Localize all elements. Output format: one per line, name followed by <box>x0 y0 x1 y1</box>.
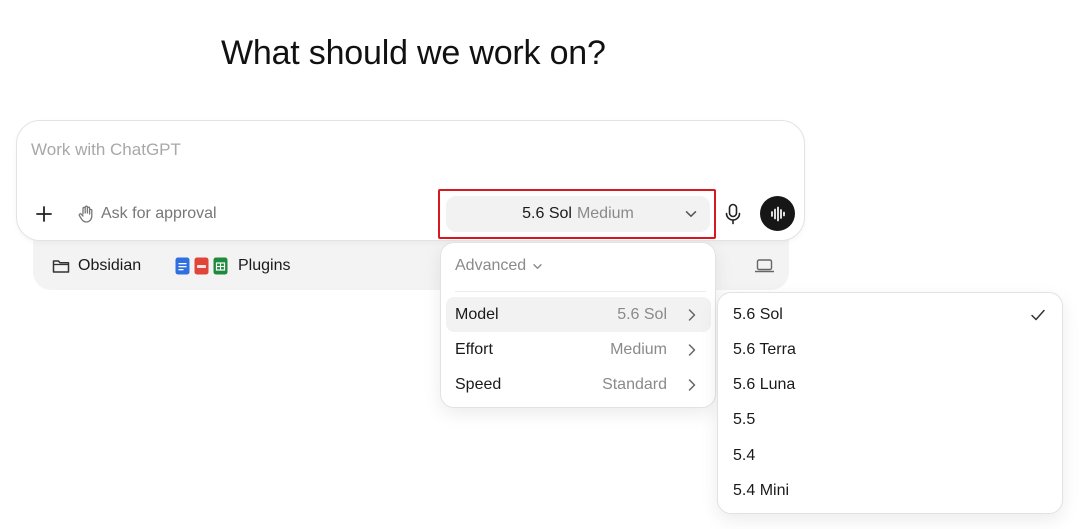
chevron-right-icon <box>688 378 696 391</box>
approval-label: Ask for approval <box>101 205 217 222</box>
menu-item-label: Model <box>455 305 499 323</box>
menu-item-model[interactable]: Model 5.6 Sol <box>446 297 711 332</box>
pdf-icon <box>194 257 209 275</box>
menu-item-label: Effort <box>455 340 493 358</box>
menu-item-effort[interactable]: Effort Medium <box>446 332 711 367</box>
microphone-icon[interactable] <box>724 203 742 225</box>
page-heading: What should we work on? <box>221 34 606 72</box>
model-list-submenu <box>717 292 1063 514</box>
model-option[interactable]: 5.6 Luna <box>733 376 795 394</box>
menu-item-speed[interactable]: Speed Standard <box>446 367 711 402</box>
folder-icon <box>52 260 70 273</box>
waveform-icon <box>770 206 785 221</box>
docs-icon <box>175 257 190 275</box>
voice-mode-button[interactable] <box>760 196 795 231</box>
model-option[interactable]: 5.4 Mini <box>733 482 789 500</box>
approval-button[interactable]: Ask for approval <box>78 205 217 223</box>
folder-chip[interactable]: Obsidian <box>52 257 141 275</box>
menu-divider <box>455 291 706 292</box>
advanced-toggle[interactable]: Advanced <box>455 257 543 275</box>
folder-label: Obsidian <box>78 257 142 274</box>
chevron-right-icon <box>688 308 696 321</box>
menu-item-label: Speed <box>455 375 502 393</box>
model-option[interactable]: 5.6 Sol <box>733 306 783 324</box>
menu-item-value: Standard <box>602 375 667 393</box>
plus-icon[interactable] <box>33 203 55 225</box>
model-option[interactable]: 5.5 <box>733 411 755 429</box>
sheets-icon <box>213 257 228 275</box>
advanced-label: Advanced <box>455 257 527 274</box>
menu-item-value: Medium <box>610 340 667 358</box>
model-option[interactable]: 5.6 Terra <box>733 341 796 359</box>
prompt-input[interactable]: Work with ChatGPT <box>31 140 181 160</box>
hand-icon <box>78 205 93 223</box>
plugins-label: Plugins <box>238 257 291 274</box>
menu-item-value: 5.6 Sol <box>617 305 667 323</box>
plugins-chip[interactable]: Plugins <box>175 257 290 275</box>
selection-highlight-box <box>438 189 716 239</box>
chevron-right-icon <box>688 343 696 356</box>
checkmark-icon <box>1031 309 1045 321</box>
laptop-icon[interactable] <box>755 258 774 274</box>
chevron-down-icon <box>533 263 542 269</box>
model-option[interactable]: 5.4 <box>733 447 755 465</box>
